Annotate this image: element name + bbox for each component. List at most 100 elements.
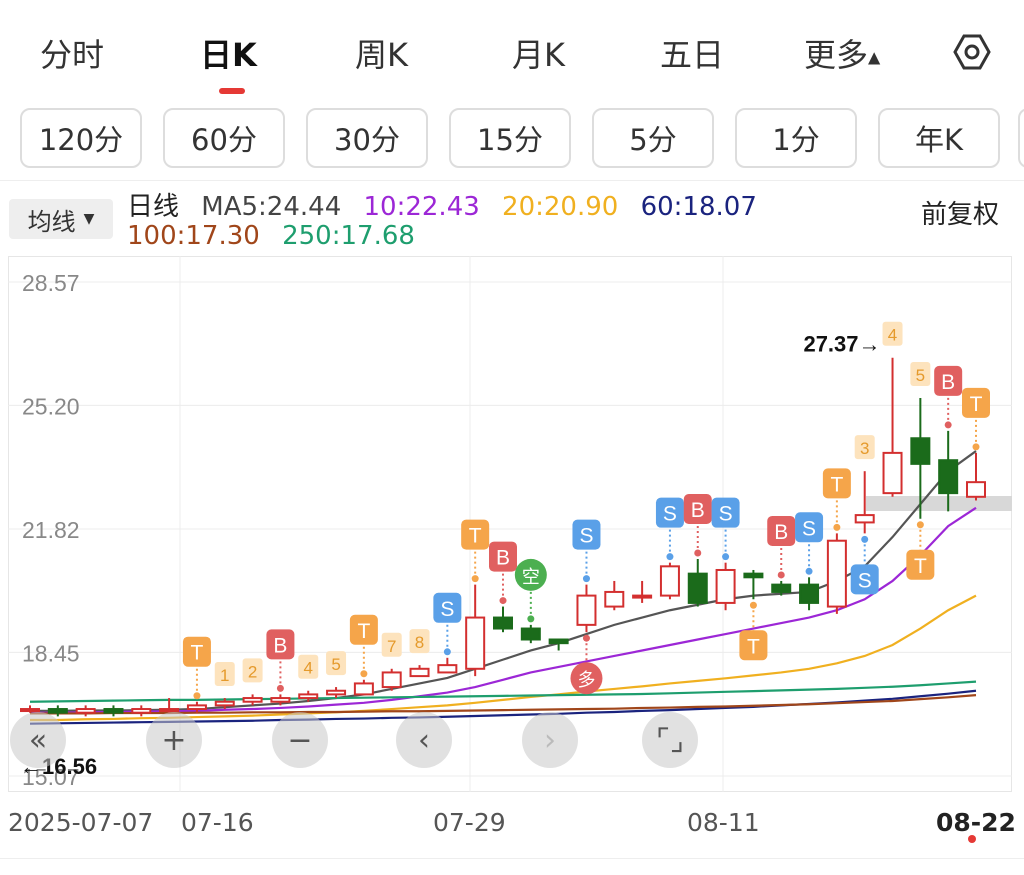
candle-body	[353, 682, 374, 696]
signal-label: B	[691, 499, 705, 522]
y-tick-label: 25.20	[22, 393, 80, 419]
signal-label: S	[719, 503, 733, 526]
candle-body	[75, 708, 96, 714]
ma20-value: 20:20.90	[502, 192, 619, 222]
candle-body	[604, 590, 625, 608]
candle-body	[799, 583, 820, 604]
interval-5min[interactable]: 5分	[592, 108, 714, 168]
candle-body	[548, 638, 569, 645]
signal-label: T	[469, 525, 482, 548]
candle-body	[47, 708, 68, 714]
fast-back-button[interactable]: «	[10, 712, 66, 768]
signal-label: T	[970, 393, 983, 416]
signal-label: S	[440, 598, 454, 621]
tab-more[interactable]: 更多▲	[804, 30, 880, 76]
signal-label: B	[273, 634, 287, 657]
signal-number: 4	[888, 326, 897, 345]
price-band-highlight	[866, 496, 1012, 511]
signal-label: S	[858, 569, 872, 592]
ma-selector[interactable]: 均线 ▼	[9, 199, 113, 239]
zoom-out-button-icon: −	[287, 723, 312, 758]
candle-body	[437, 664, 458, 674]
signal-dot	[471, 575, 479, 583]
tab-five-day[interactable]: 五日	[660, 30, 724, 76]
divider	[0, 858, 1024, 859]
tab-day-k[interactable]: 日K	[200, 30, 257, 76]
signal-dot	[582, 575, 590, 583]
kline-chart[interactable]: T12B45T78STB空S多SBSTBST3S45TBT 28.57 25.20…	[8, 256, 1012, 792]
y-tick-label: 18.45	[22, 640, 80, 666]
candle-body	[103, 708, 124, 714]
scroll-left-button[interactable]: ‹	[396, 712, 452, 768]
scroll-right-button-icon: ›	[544, 723, 556, 758]
candle-body	[576, 594, 597, 626]
candle-body	[882, 451, 903, 495]
candle-body	[966, 481, 986, 498]
interval-60min[interactable]: 60分	[163, 108, 285, 168]
interval-year-k[interactable]: 年K	[878, 108, 1000, 168]
ma60-value: 60:18.07	[640, 192, 757, 222]
signal-label: S	[802, 517, 816, 540]
candle-body	[910, 437, 931, 465]
latest-indicator-dot	[968, 835, 976, 843]
signal-label: S	[663, 503, 677, 526]
caret-down-icon: ▼	[83, 211, 95, 227]
max-price-label: 27.37→	[803, 332, 880, 357]
interval-overflow[interactable]	[1018, 108, 1024, 168]
adjust-mode[interactable]: 前复权	[921, 194, 999, 231]
candle-body	[493, 616, 513, 630]
candle-body	[854, 514, 875, 524]
interval-120min[interactable]: 120分	[20, 108, 142, 168]
ma250-value: 250:17.68	[282, 221, 415, 251]
ma250-line	[29, 680, 977, 703]
ma5-value: MA5:24.44	[201, 192, 342, 222]
fullscreen-button[interactable]: ⌜⌟	[642, 712, 698, 768]
signal-number: 2	[248, 662, 257, 681]
signal-dot	[527, 615, 535, 623]
signal-dot	[916, 521, 924, 529]
signal-number: 8	[415, 633, 424, 652]
candle-body	[659, 565, 680, 597]
signal-label: B	[774, 521, 788, 544]
signal-dot	[276, 684, 284, 692]
candle-body	[743, 572, 764, 579]
signal-dot	[833, 523, 841, 531]
candle-body	[214, 700, 235, 707]
signal-dot	[694, 549, 702, 557]
zoom-in-button-icon: +	[161, 723, 186, 758]
zoom-in-button[interactable]: +	[146, 712, 202, 768]
signal-dot	[499, 597, 507, 605]
scroll-right-button[interactable]: ›	[522, 712, 578, 768]
candle-body	[131, 708, 152, 714]
candle-body	[687, 572, 708, 604]
ma10-value: 10:22.43	[363, 192, 480, 222]
interval-1min[interactable]: 1分	[735, 108, 857, 168]
signal-label: T	[357, 620, 370, 643]
interval-15min[interactable]: 15分	[449, 108, 571, 168]
tab-fenshi[interactable]: 分时	[40, 30, 104, 76]
zoom-out-button[interactable]: −	[272, 712, 328, 768]
signal-dot	[805, 567, 813, 575]
candle-body	[715, 568, 736, 604]
settings-gear-icon[interactable]	[952, 32, 992, 72]
signal-dot	[777, 571, 785, 579]
caret-up-icon: ▲	[868, 47, 881, 67]
signal-label: T	[914, 555, 927, 578]
signal-number: 5	[331, 655, 340, 674]
signal-dot	[972, 443, 980, 451]
signal-label: 多	[577, 670, 595, 690]
signal-label: B	[496, 547, 510, 570]
signal-label: B	[941, 371, 955, 394]
ma100-value: 100:17.30	[127, 221, 260, 251]
tab-month-k[interactable]: 月K	[512, 30, 565, 76]
divider	[0, 180, 1024, 181]
candle-body	[938, 459, 959, 495]
tab-week-k[interactable]: 周K	[355, 30, 408, 76]
x-label-3: 08-11	[687, 808, 760, 837]
ma-legend-row-1: 日线 MA5:24.44 10:22.43 20:20.90 60:18.07	[127, 186, 757, 223]
y-tick-label: 28.57	[22, 270, 80, 296]
ma-legend-row-2: 100:17.30 250:17.68	[127, 221, 415, 251]
interval-30min[interactable]: 30分	[306, 108, 428, 168]
signal-number: 4	[304, 659, 313, 678]
kline-chart-svg: T1 2B4 5T7 8STB空S多S B STB ST3S45TBT 28.5725.20…	[8, 256, 1012, 792]
